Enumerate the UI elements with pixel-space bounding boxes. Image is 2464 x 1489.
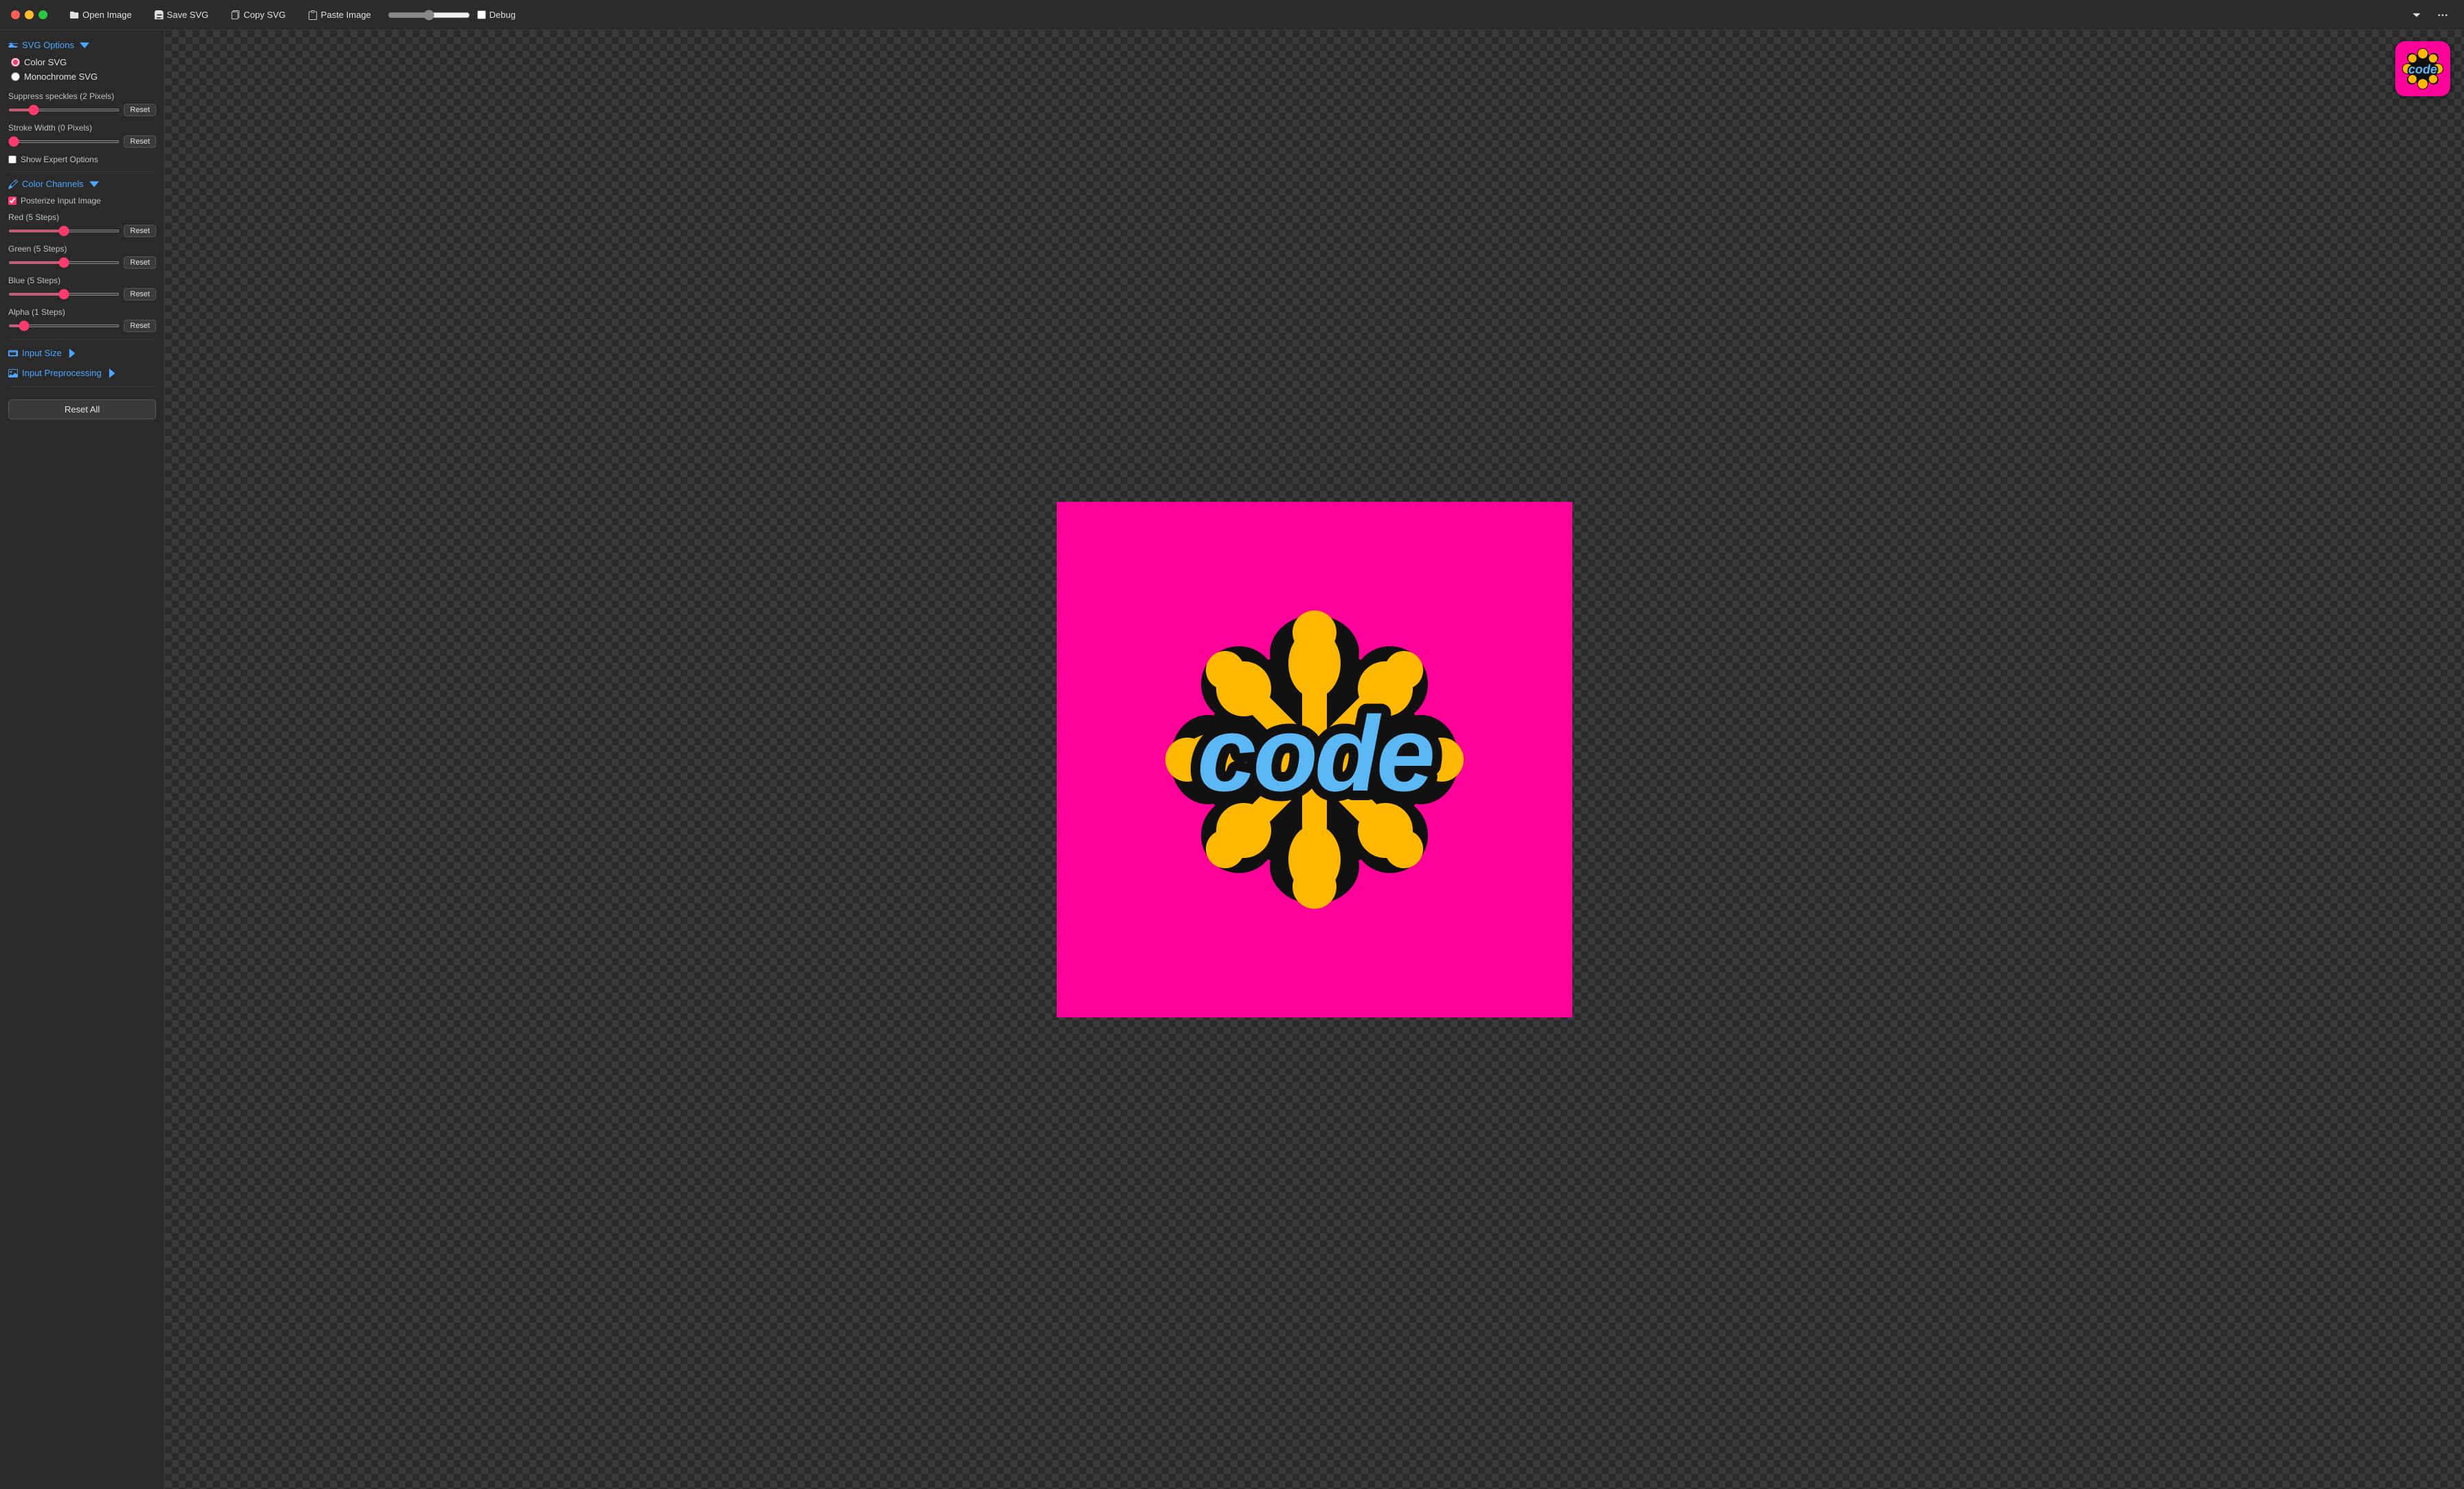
canvas-image: code code code — [1057, 502, 1572, 1017]
pencil-icon — [8, 179, 18, 189]
suppress-speckles-reset[interactable]: Reset — [124, 104, 156, 116]
stroke-width-slider[interactable] — [8, 140, 120, 143]
blue-control: Reset — [8, 288, 156, 300]
alpha-control: Reset — [8, 320, 156, 332]
monochrome-svg-option[interactable]: Monochrome SVG — [11, 71, 156, 82]
input-size-label: Input Size — [22, 348, 62, 358]
copy-svg-label: Copy SVG — [243, 10, 285, 20]
folder-icon — [69, 10, 79, 20]
monochrome-svg-radio[interactable] — [11, 72, 20, 81]
red-slider[interactable] — [8, 230, 120, 232]
titlebar-right — [2406, 8, 2453, 23]
artwork-svg: code code code — [1057, 502, 1572, 1017]
blue-label: Blue (5 Steps) — [8, 276, 156, 285]
save-icon — [154, 10, 164, 20]
reset-all-button[interactable]: Reset All — [8, 399, 156, 419]
show-expert-options[interactable]: Show Expert Options — [8, 155, 156, 164]
copy-icon — [230, 10, 240, 20]
debug-text: Debug — [490, 10, 516, 20]
color-svg-radio[interactable] — [11, 58, 20, 67]
alpha-label: Alpha (1 Steps) — [8, 307, 156, 317]
green-label: Green (5 Steps) — [8, 244, 156, 254]
dropdown-arrow-icon — [80, 41, 89, 50]
posterize-option[interactable]: Posterize Input Image — [8, 196, 156, 206]
zoom-slider[interactable] — [388, 10, 470, 21]
paste-image-label: Paste Image — [321, 10, 371, 20]
divider-1 — [8, 171, 156, 172]
expert-options-label: Show Expert Options — [21, 155, 98, 164]
close-button[interactable] — [11, 10, 20, 19]
suppress-speckles-slider[interactable] — [8, 109, 120, 111]
suppress-speckles-label: Suppress speckles (2 Pixels) — [8, 91, 156, 101]
more-icon — [2438, 10, 2448, 20]
svg-type-radio-group: Color SVG Monochrome SVG — [8, 57, 156, 82]
green-row: Green (5 Steps) Reset — [8, 244, 156, 269]
chevron-down-button[interactable] — [2406, 8, 2427, 23]
color-channels-label: Color Channels — [22, 179, 84, 189]
chevron-down-icon — [2412, 10, 2421, 20]
green-reset[interactable]: Reset — [124, 256, 156, 269]
svg-options-label: SVG Options — [22, 40, 74, 50]
input-preprocessing-section[interactable]: Input Preprocessing — [8, 366, 156, 379]
sliders-icon — [8, 41, 18, 50]
stroke-width-row: Stroke Width (0 Pixels) Reset — [8, 123, 156, 148]
debug-checkbox[interactable] — [477, 10, 486, 19]
stroke-width-label: Stroke Width (0 Pixels) — [8, 123, 156, 133]
ruler-icon — [8, 349, 18, 358]
expand-arrow-icon — [67, 349, 77, 358]
svg-options-header[interactable]: SVG Options — [8, 40, 156, 50]
suppress-speckles-row: Suppress speckles (2 Pixels) Reset — [8, 91, 156, 116]
save-svg-label: Save SVG — [167, 10, 209, 20]
main-layout: SVG Options Color SVG Monochrome SVG Sup… — [0, 30, 2464, 1489]
expert-options-checkbox[interactable] — [8, 155, 16, 164]
color-channels-header[interactable]: Color Channels — [8, 179, 156, 189]
more-button[interactable] — [2432, 8, 2453, 23]
color-svg-option[interactable]: Color SVG — [11, 57, 156, 67]
open-image-label: Open Image — [82, 10, 132, 20]
alpha-reset[interactable]: Reset — [124, 320, 156, 332]
expand-arrow-2-icon — [107, 368, 117, 378]
canvas-area: code code code — [165, 30, 2464, 1489]
alpha-row: Alpha (1 Steps) Reset — [8, 307, 156, 332]
red-control: Reset — [8, 225, 156, 237]
monochrome-svg-label: Monochrome SVG — [24, 71, 98, 82]
suppress-speckles-control: Reset — [8, 104, 156, 116]
blue-row: Blue (5 Steps) Reset — [8, 276, 156, 300]
green-slider[interactable] — [8, 261, 120, 264]
dropdown-arrow-2-icon — [89, 179, 99, 189]
debug-label[interactable]: Debug — [477, 10, 516, 20]
input-preprocessing-label: Input Preprocessing — [22, 368, 102, 378]
copy-svg-button[interactable]: Copy SVG — [225, 7, 291, 23]
posterize-checkbox[interactable] — [8, 197, 16, 205]
red-reset[interactable]: Reset — [124, 225, 156, 237]
posterize-label: Posterize Input Image — [21, 196, 101, 206]
titlebar: Open Image Save SVG Copy SVG Paste Image… — [0, 0, 2464, 30]
stroke-width-control: Reset — [8, 135, 156, 148]
input-size-section[interactable]: Input Size — [8, 346, 156, 360]
save-svg-button[interactable]: Save SVG — [148, 7, 214, 23]
thumbnail: code code — [2395, 41, 2450, 96]
svg-text:code: code — [2408, 63, 2437, 76]
blue-reset[interactable]: Reset — [124, 288, 156, 300]
minimize-button[interactable] — [25, 10, 34, 19]
red-row: Red (5 Steps) Reset — [8, 212, 156, 237]
color-svg-label: Color SVG — [24, 57, 67, 67]
divider-3 — [8, 386, 156, 387]
blue-slider[interactable] — [8, 293, 120, 296]
svg-text:code: code — [1197, 694, 1433, 813]
alpha-slider[interactable] — [8, 324, 120, 327]
open-image-button[interactable]: Open Image — [64, 7, 138, 23]
green-control: Reset — [8, 256, 156, 269]
clipboard-icon — [308, 10, 318, 20]
red-label: Red (5 Steps) — [8, 212, 156, 222]
maximize-button[interactable] — [38, 10, 47, 19]
thumbnail-svg: code code — [2395, 41, 2450, 96]
paste-image-button[interactable]: Paste Image — [302, 7, 377, 23]
traffic-lights — [11, 10, 47, 19]
divider-2 — [8, 339, 156, 340]
stroke-width-reset[interactable]: Reset — [124, 135, 156, 148]
image-icon — [8, 368, 18, 378]
sidebar: SVG Options Color SVG Monochrome SVG Sup… — [0, 30, 165, 1489]
slider-area: Debug — [388, 10, 2395, 21]
